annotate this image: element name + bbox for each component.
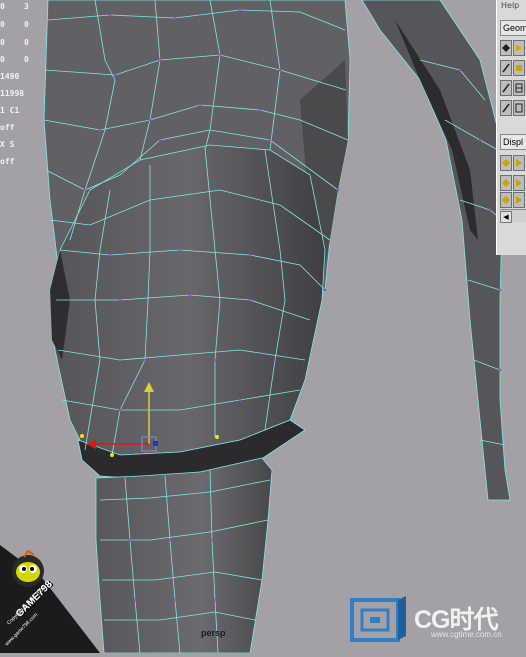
tool-button[interactable] bbox=[500, 192, 512, 208]
arrow-icon bbox=[516, 44, 522, 52]
tool-button[interactable] bbox=[500, 80, 512, 96]
scroll-left-arrow-icon[interactable]: ◀ bbox=[500, 211, 512, 223]
hud-value: off bbox=[0, 157, 15, 166]
cgtime-logo-icon bbox=[350, 596, 406, 642]
tool-button[interactable] bbox=[513, 100, 525, 116]
diamond-arrow-icon bbox=[502, 179, 510, 187]
arrow-icon bbox=[516, 159, 522, 167]
tool-button[interactable] bbox=[500, 40, 512, 56]
arrow-icon bbox=[516, 179, 522, 187]
tool-button[interactable] bbox=[500, 155, 512, 171]
tool-button[interactable] bbox=[513, 60, 525, 76]
hud-value: 0 bbox=[0, 38, 5, 47]
hud-value: 3 bbox=[24, 2, 29, 11]
tool-button[interactable] bbox=[513, 175, 525, 191]
diamond-arrow-icon bbox=[502, 159, 510, 167]
hud-stats: 0 3 0 0 0 0 0 0 1490 11998 1 C1 off X S … bbox=[0, 0, 48, 180]
diamond-arrow-icon bbox=[502, 44, 510, 52]
hud-value: 0 bbox=[0, 20, 5, 29]
tool-button[interactable] bbox=[513, 80, 525, 96]
hud-value: 0 bbox=[0, 55, 5, 64]
grid-icon bbox=[515, 103, 523, 113]
tool-button[interactable] bbox=[513, 192, 525, 208]
hud-value: off bbox=[0, 123, 15, 132]
mascot-logo-icon bbox=[16, 562, 40, 582]
camera-label: persp bbox=[201, 628, 226, 638]
diamond-arrow-icon bbox=[502, 196, 510, 204]
hud-value: 0 bbox=[0, 2, 5, 11]
panel-scrollbar[interactable]: ◀ bbox=[500, 209, 526, 223]
edit-icon bbox=[502, 83, 510, 93]
shin-mesh bbox=[95, 457, 273, 653]
cgtime-url: www.cgtime.com.cn bbox=[431, 630, 502, 639]
help-menu[interactable]: Help bbox=[501, 1, 519, 10]
hud-value: 0 bbox=[24, 38, 29, 47]
tab-display[interactable]: Displ bbox=[500, 134, 526, 150]
hud-value: 0 bbox=[24, 55, 29, 64]
tool-button[interactable] bbox=[500, 100, 512, 116]
hud-value: X S bbox=[0, 140, 15, 149]
tool-button[interactable] bbox=[500, 60, 512, 76]
hud-value: 11998 bbox=[0, 89, 25, 98]
tab-geometry[interactable]: Geom bbox=[500, 20, 526, 36]
tool-button[interactable] bbox=[513, 155, 525, 171]
hud-value: 1490 bbox=[0, 72, 20, 81]
grid-icon bbox=[515, 83, 523, 93]
hud-value: 1 C1 bbox=[0, 106, 20, 115]
edit-icon bbox=[502, 63, 510, 73]
tool-button[interactable] bbox=[500, 175, 512, 191]
tool-button[interactable] bbox=[513, 40, 525, 56]
edit-icon bbox=[502, 103, 510, 113]
right-limb-mesh bbox=[361, 0, 511, 501]
hud-value: 0 bbox=[24, 20, 29, 29]
arrow-icon bbox=[516, 196, 522, 204]
cube-icon bbox=[516, 65, 522, 71]
